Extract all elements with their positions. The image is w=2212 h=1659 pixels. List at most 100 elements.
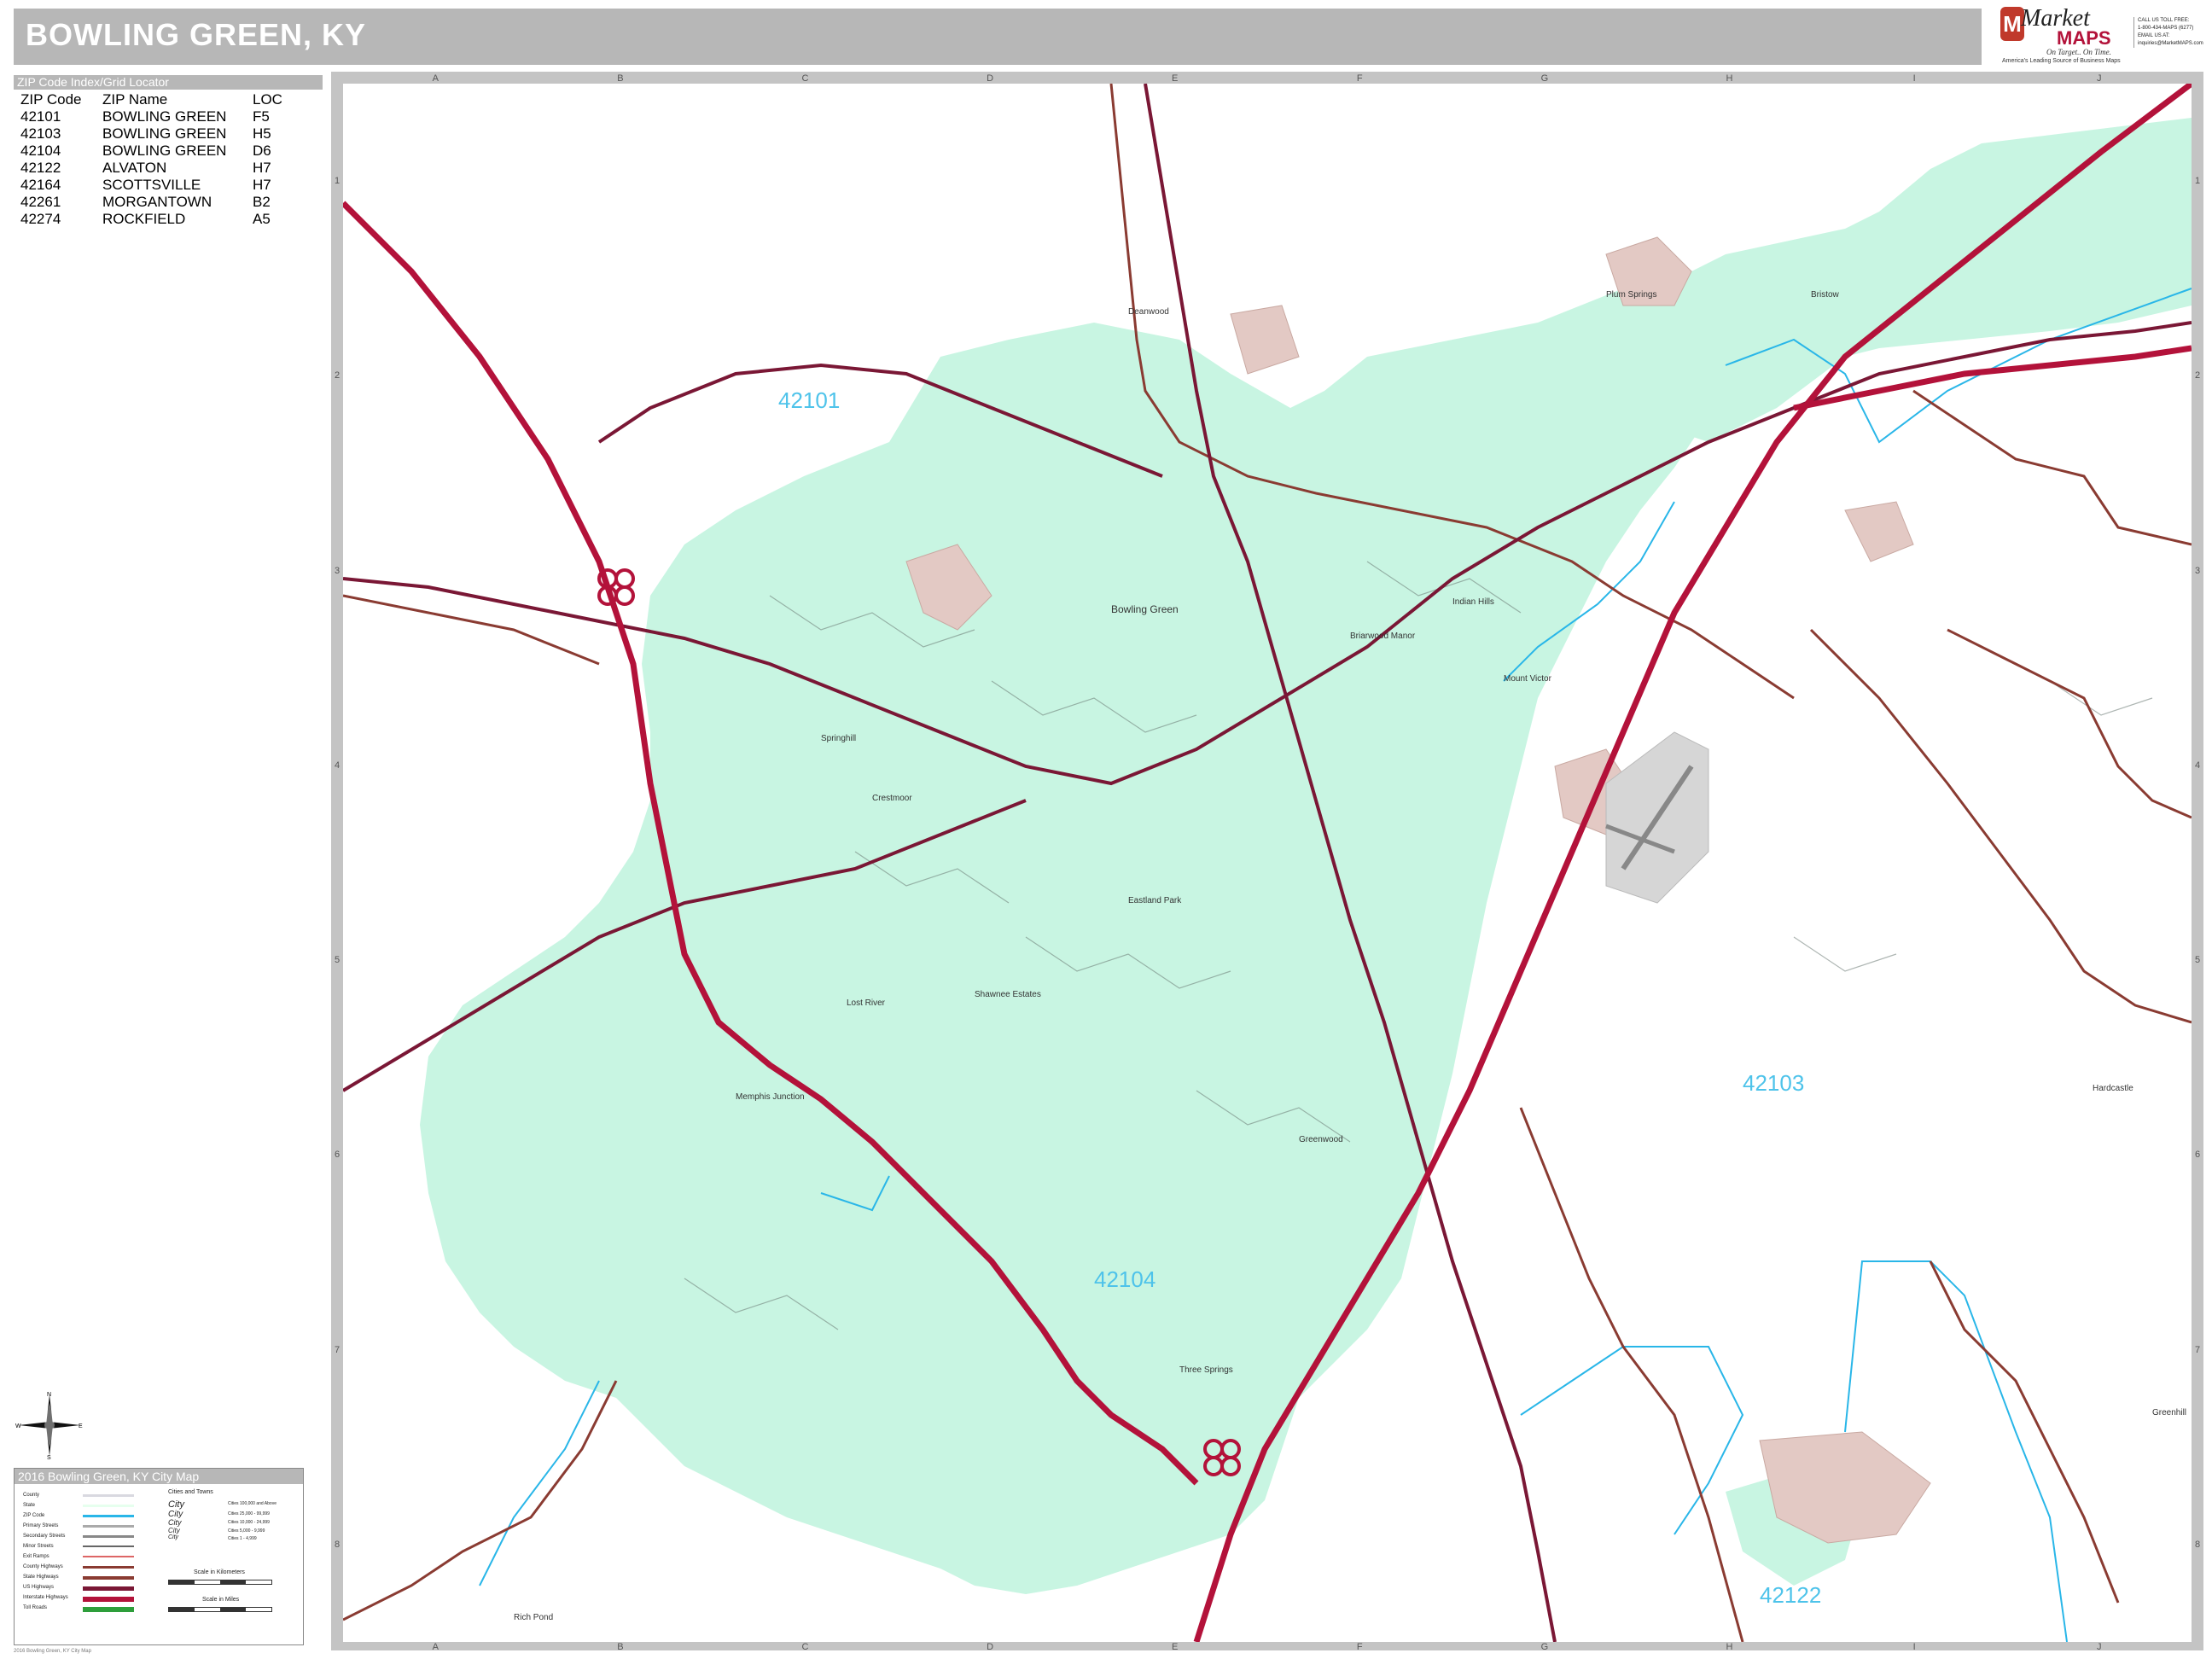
grid-number-6: 6 xyxy=(334,1150,341,1161)
place-label: Briarwood Manor xyxy=(1350,632,1416,641)
grid-number-5: 5 xyxy=(2194,955,2201,966)
zip-label: 42104 xyxy=(1094,1266,1155,1292)
zip-label: 42122 xyxy=(1760,1582,1821,1608)
place-label: Bowling Green xyxy=(1111,603,1179,615)
loc-cell: H7 xyxy=(253,177,271,193)
grid-number-7: 7 xyxy=(334,1344,341,1355)
place-label: Plum Springs xyxy=(1606,290,1656,300)
zip-cell: 42122 xyxy=(20,160,61,176)
place-label: Greenwood xyxy=(1299,1135,1343,1144)
print-reference: 2016 Bowling Green, KY City Map xyxy=(14,1649,91,1654)
logo-maps-text: MAPS xyxy=(2057,27,2111,49)
compass-n: N xyxy=(47,1392,51,1398)
legend-item: Interstate Highways xyxy=(23,1595,68,1600)
legend-city-sample: City xyxy=(168,1534,179,1540)
legend-city-range: Cities 10,000 - 24,999 xyxy=(228,1520,270,1525)
map-legend: 2016 Bowling Green, KY City Map County S… xyxy=(14,1468,304,1645)
loc-cell: D6 xyxy=(253,143,271,159)
compass-w: W xyxy=(15,1423,21,1429)
place-label: Mount Victor xyxy=(1504,674,1552,684)
scale-bar-km xyxy=(168,1580,272,1585)
legend-scale-km: Scale in Kilometers xyxy=(194,1569,245,1575)
col-zip-name: ZIP Name xyxy=(102,91,168,108)
name-cell: ROCKFIELD xyxy=(102,211,186,227)
table-row: 42164 SCOTTSVILLE H7 xyxy=(20,177,304,194)
place-label: Shawnee Estates xyxy=(975,990,1041,999)
loc-cell: H7 xyxy=(253,160,271,176)
legend-item: Primary Streets xyxy=(23,1523,59,1528)
table-row: 42122 ALVATON H7 xyxy=(20,160,304,177)
place-label: Hardcastle xyxy=(2093,1084,2133,1093)
grid-letter-f: F xyxy=(1356,1642,1363,1652)
legend-swatch xyxy=(83,1494,134,1497)
grid-letter-d: D xyxy=(987,1642,994,1652)
loc-cell: H5 xyxy=(253,125,271,142)
legend-item: State xyxy=(23,1503,36,1508)
zip-cell: 42104 xyxy=(20,143,61,159)
place-label: Bristow xyxy=(1811,290,1840,300)
name-cell: BOWLING GREEN xyxy=(102,143,227,159)
table-row: 42103 BOWLING GREEN H5 xyxy=(20,125,304,143)
grid-letter-b: B xyxy=(617,1642,624,1652)
zip-cell: 42261 xyxy=(20,194,61,210)
grid-letter-h: H xyxy=(1726,73,1733,84)
table-row: 42274 ROCKFIELD A5 xyxy=(20,211,304,228)
name-cell: BOWLING GREEN xyxy=(102,125,227,142)
grid-letter-b: B xyxy=(617,73,624,84)
place-label: Crestmoor xyxy=(872,794,912,803)
legend-swatch xyxy=(83,1515,134,1517)
compass-e: E xyxy=(79,1423,83,1429)
legend-item: Exit Ramps xyxy=(23,1554,49,1559)
grid-number-8: 8 xyxy=(334,1539,341,1550)
legend-swatch xyxy=(83,1597,134,1602)
grid-number-6: 6 xyxy=(2194,1150,2201,1161)
legend-city-sample: City xyxy=(168,1499,184,1510)
legend-item: County xyxy=(23,1493,40,1498)
place-label: Three Springs xyxy=(1179,1365,1233,1375)
legend-item: ZIP Code xyxy=(23,1513,45,1518)
legend-city-range: Cities 25,000 - 99,999 xyxy=(228,1511,270,1516)
table-row: 42104 BOWLING GREEN D6 xyxy=(20,143,304,160)
grid-letter-c: C xyxy=(801,1642,809,1652)
grid-number-2: 2 xyxy=(2194,370,2201,381)
legend-city-range: Cities 100,000 and Above xyxy=(228,1501,276,1506)
zip-index-header-row: ZIP Code ZIP Name LOC xyxy=(20,91,304,108)
map-canvas[interactable]: 42101 42103 42104 42122 Bowling Green Pl… xyxy=(343,84,2192,1642)
grid-letter-d: D xyxy=(987,73,994,84)
legend-scale-miles: Scale in Miles xyxy=(202,1597,240,1603)
place-label: Rich Pond xyxy=(514,1613,553,1622)
table-row: 42101 BOWLING GREEN F5 xyxy=(20,108,304,125)
place-label: Lost River xyxy=(847,998,886,1008)
legend-item: Toll Roads xyxy=(23,1605,48,1610)
grid-letter-g: G xyxy=(1540,1642,1549,1652)
place-label: Indian Hills xyxy=(1452,597,1494,607)
place-label: Greenhill xyxy=(2152,1408,2186,1417)
scale-bar-miles xyxy=(168,1607,272,1612)
zip-index-header: ZIP Code Index/Grid Locator xyxy=(14,75,323,90)
zip-cell: 42101 xyxy=(20,108,61,125)
place-label: Eastland Park xyxy=(1128,896,1182,905)
contact-line: CALL US TOLL FREE: xyxy=(2138,18,2190,23)
loc-cell: F5 xyxy=(253,108,270,125)
grid-letter-h: H xyxy=(1726,1642,1733,1652)
loc-cell: A5 xyxy=(253,211,271,227)
grid-letter-g: G xyxy=(1540,73,1549,84)
grid-number-1: 1 xyxy=(2194,176,2201,187)
legend-item: Minor Streets xyxy=(23,1544,54,1549)
grid-number-4: 4 xyxy=(2194,760,2201,771)
zip-label: 42101 xyxy=(778,387,840,413)
zip-cell: 42164 xyxy=(20,177,61,193)
place-label: Springhill xyxy=(821,734,856,743)
compass-s: S xyxy=(47,1455,51,1459)
contact-line: 1-800-434-MAPS (6277) xyxy=(2138,26,2194,31)
legend-city-sample: City xyxy=(168,1518,182,1527)
grid-number-1: 1 xyxy=(334,176,341,187)
market-maps-logo: M Market MAPS On Target.. On Time. Ameri… xyxy=(1995,5,2209,68)
legend-swatch xyxy=(83,1586,134,1591)
legend-title: 2016 Bowling Green, KY City Map xyxy=(15,1469,303,1484)
legend-swatch xyxy=(83,1535,134,1538)
compass-rose-icon: N S E W xyxy=(15,1392,83,1459)
grid-number-7: 7 xyxy=(2194,1344,2201,1355)
legend-city-range: Cities 5,000 - 9,999 xyxy=(228,1528,265,1534)
legend-city-sample: City xyxy=(168,1527,180,1534)
